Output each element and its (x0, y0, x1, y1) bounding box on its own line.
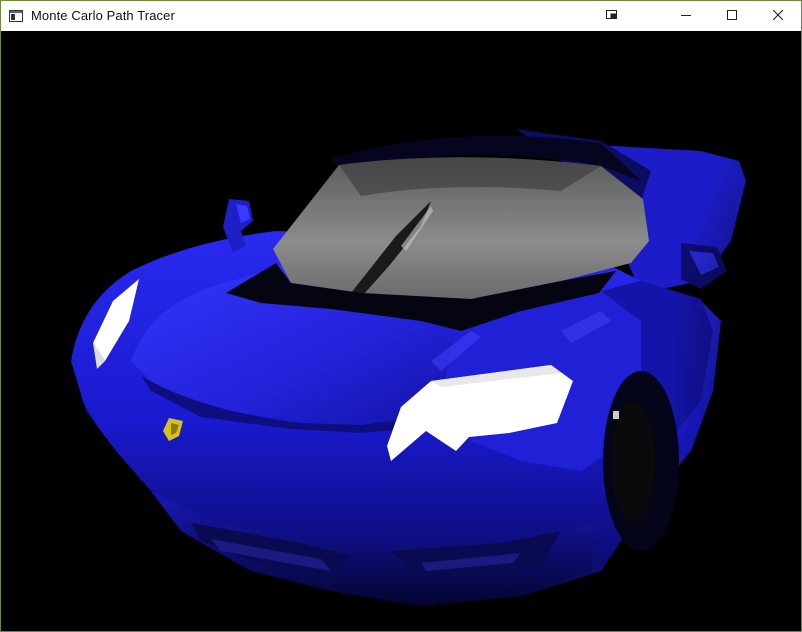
window-title: Monte Carlo Path Tracer (31, 8, 175, 23)
maximize-icon (727, 7, 737, 25)
app-window: Monte Carlo Path Tracer (0, 0, 802, 632)
close-button[interactable] (755, 1, 801, 31)
window-layout-button[interactable] (589, 1, 635, 31)
title-bar[interactable]: Monte Carlo Path Tracer (1, 1, 801, 31)
minimize-icon (681, 7, 691, 25)
minimize-button[interactable] (663, 1, 709, 31)
rendered-car-image (41, 129, 801, 631)
window-layout-icon (606, 7, 618, 25)
maximize-button[interactable] (709, 1, 755, 31)
app-icon (9, 9, 23, 22)
render-viewport[interactable] (1, 31, 801, 631)
close-icon (772, 7, 784, 25)
